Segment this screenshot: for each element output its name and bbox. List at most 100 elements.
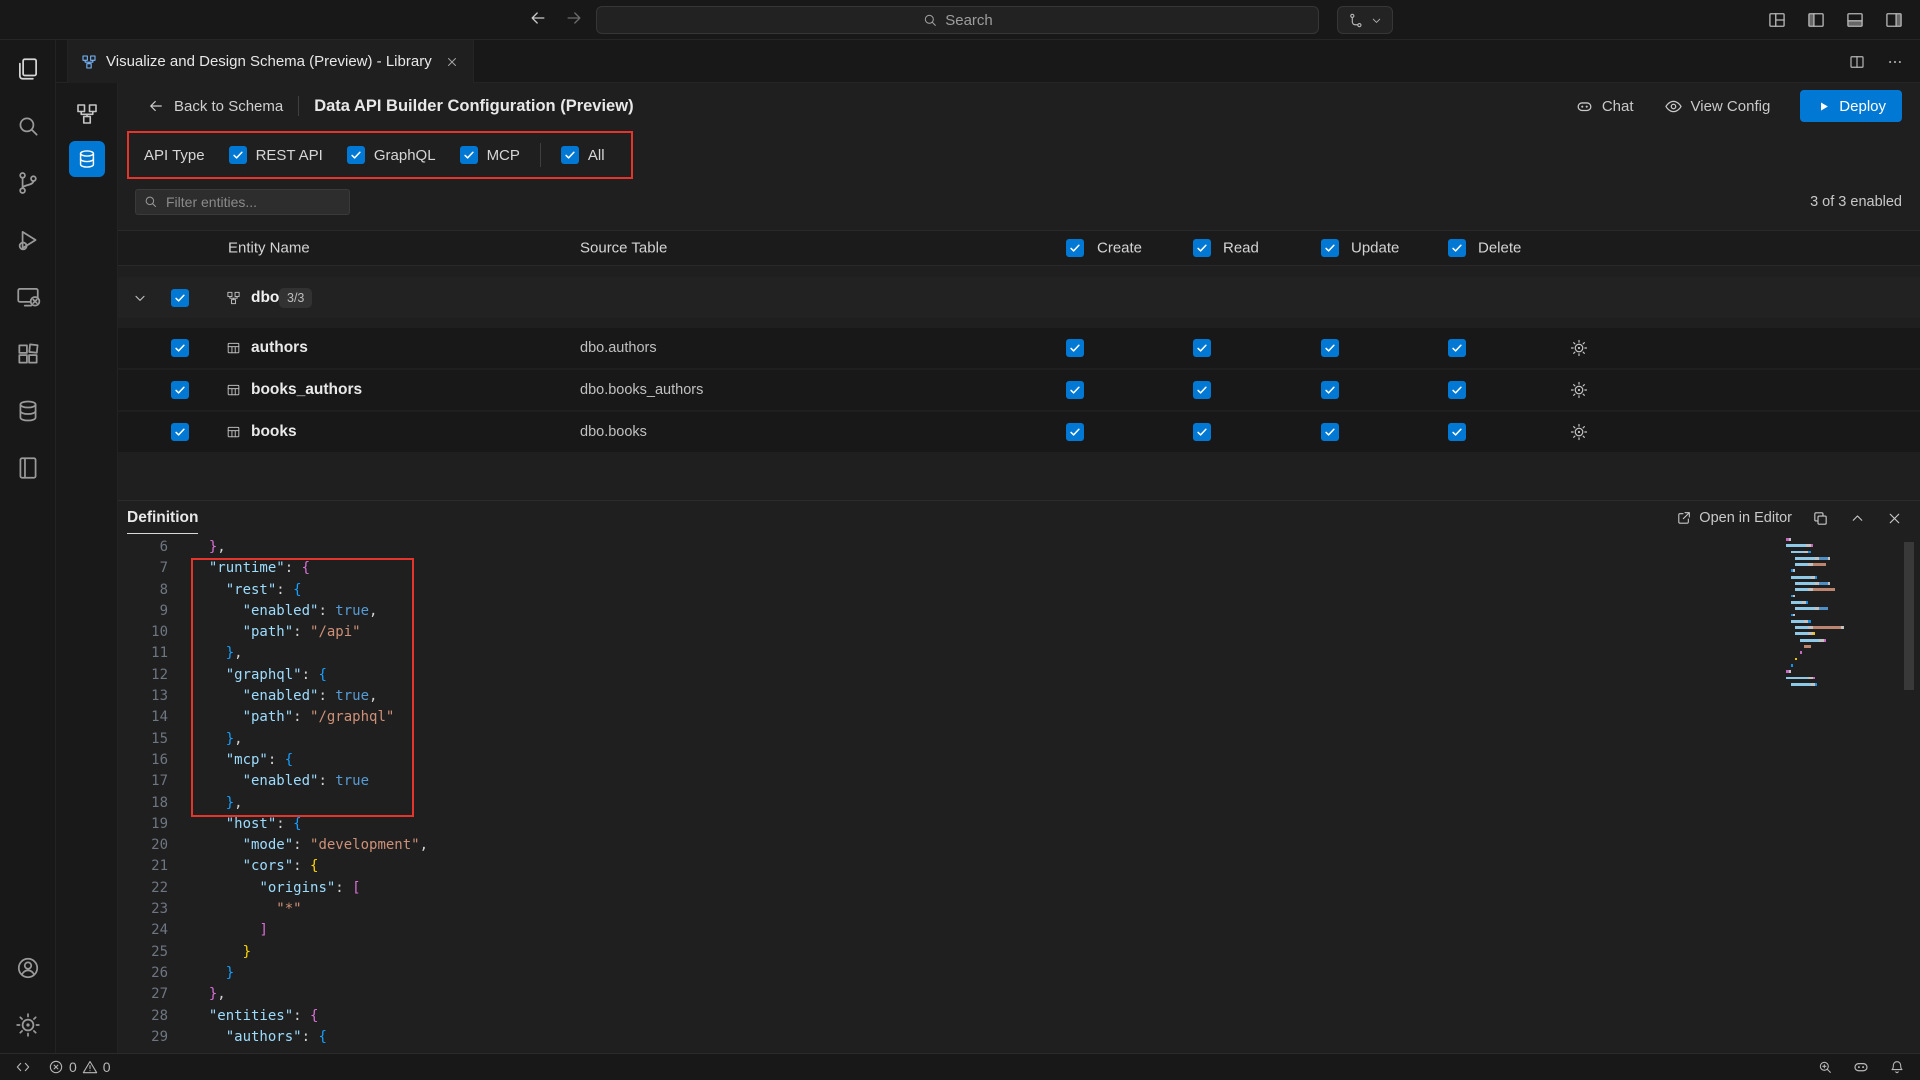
vertical-scrollbar[interactable] <box>1904 542 1914 690</box>
remote-status-icon <box>15 1059 31 1075</box>
copy-icon[interactable] <box>1812 510 1829 527</box>
create-checkbox[interactable] <box>1066 381 1084 399</box>
tab-close-icon[interactable] <box>445 55 459 69</box>
run-debug-icon[interactable] <box>0 211 56 268</box>
search-icon <box>922 12 938 28</box>
database-view-icon[interactable] <box>0 382 56 439</box>
titlebar-action-dropdown[interactable] <box>1337 6 1393 34</box>
toggle-panel-icon[interactable] <box>1845 10 1865 30</box>
chat-button[interactable]: Chat <box>1575 97 1634 116</box>
error-icon <box>48 1059 64 1075</box>
graphql-checkbox[interactable]: GraphQL <box>347 146 436 164</box>
delete-all-checkbox[interactable] <box>1448 239 1466 257</box>
col-update: Update <box>1351 240 1399 257</box>
view-config-button[interactable]: View Config <box>1664 97 1771 116</box>
update-all-checkbox[interactable] <box>1321 239 1339 257</box>
update-checkbox[interactable] <box>1321 423 1339 441</box>
source-control-icon[interactable] <box>0 154 56 211</box>
error-count: 0 <box>69 1059 77 1075</box>
side-icon-strip <box>56 83 118 1053</box>
search-sidebar-icon[interactable] <box>0 97 56 154</box>
search-icon <box>143 194 158 209</box>
dab-config-panel: Back to Schema Data API Builder Configur… <box>118 83 1920 1053</box>
back-to-schema-button[interactable]: Back to Schema <box>147 97 283 115</box>
remote-indicator[interactable] <box>15 1059 31 1075</box>
account-icon[interactable] <box>0 939 56 996</box>
create-checkbox[interactable] <box>1066 339 1084 357</box>
explorer-icon[interactable] <box>0 40 56 97</box>
deploy-button[interactable]: Deploy <box>1800 90 1902 122</box>
definition-tab[interactable]: Definition <box>127 501 198 535</box>
read-checkbox[interactable] <box>1193 381 1211 399</box>
split-editor-icon[interactable] <box>1848 53 1866 71</box>
external-link-icon <box>1676 510 1692 526</box>
schema-designer-icon[interactable] <box>69 96 105 132</box>
command-center-search[interactable]: Search <box>596 6 1319 34</box>
table-icon <box>226 425 241 440</box>
remote-explorer-icon[interactable] <box>0 268 56 325</box>
config-toolbar: Back to Schema Data API Builder Configur… <box>118 83 1920 129</box>
update-checkbox[interactable] <box>1321 339 1339 357</box>
delete-checkbox[interactable] <box>1448 423 1466 441</box>
table-row[interactable]: authors dbo.authors <box>118 328 1920 368</box>
table-row[interactable]: books_authors dbo.books_authors <box>118 370 1920 410</box>
settings-gear-icon[interactable] <box>0 996 56 1053</box>
deploy-label: Deploy <box>1839 98 1886 115</box>
customize-layout-icon[interactable] <box>1767 10 1787 30</box>
extensions-icon[interactable] <box>0 325 56 382</box>
read-checkbox[interactable] <box>1193 423 1211 441</box>
row-settings-icon[interactable] <box>1570 381 1588 399</box>
create-all-checkbox[interactable] <box>1066 239 1084 257</box>
table-icon <box>226 341 241 356</box>
update-checkbox[interactable] <box>1321 381 1339 399</box>
read-checkbox[interactable] <box>1193 339 1211 357</box>
dab-configuration-icon[interactable] <box>69 141 105 177</box>
row-settings-icon[interactable] <box>1570 339 1588 357</box>
minimap-content[interactable] <box>1782 538 1896 689</box>
problems-indicator[interactable]: 0 0 <box>48 1059 111 1075</box>
read-all-checkbox[interactable] <box>1193 239 1211 257</box>
entity-name: books <box>251 423 297 441</box>
group-checkbox[interactable] <box>171 289 189 307</box>
schema-group-row[interactable]: dbo 3/3 <box>118 277 1920 318</box>
editor-tab[interactable]: Visualize and Design Schema (Preview) - … <box>67 40 474 83</box>
nav-forward-icon[interactable] <box>564 8 584 33</box>
definition-code-editor[interactable]: 6789101112131415161718192021222324252627… <box>118 534 1920 1044</box>
checkbox[interactable] <box>460 146 478 164</box>
row-settings-icon[interactable] <box>1570 423 1588 441</box>
back-label: Back to Schema <box>174 98 283 115</box>
status-bar: 0 0 <box>0 1053 1920 1080</box>
zoom-icon[interactable] <box>1817 1059 1833 1075</box>
checkbox[interactable] <box>229 146 247 164</box>
close-icon[interactable] <box>1886 510 1903 527</box>
schema-tab-icon <box>81 54 97 70</box>
col-entity-name: Entity Name <box>228 240 310 257</box>
filter-entities-input[interactable] <box>135 189 350 215</box>
schema-icon <box>226 290 241 305</box>
nav-back-icon[interactable] <box>528 8 548 33</box>
notebook-view-icon[interactable] <box>0 439 56 496</box>
delete-checkbox[interactable] <box>1448 339 1466 357</box>
option-separator <box>540 143 541 167</box>
copilot-status-icon[interactable] <box>1852 1058 1870 1076</box>
delete-checkbox[interactable] <box>1448 381 1466 399</box>
table-row[interactable]: books dbo.books <box>118 412 1920 452</box>
chevron-down-icon[interactable] <box>132 290 148 306</box>
notifications-bell-icon[interactable] <box>1889 1059 1905 1075</box>
toggle-sidebar-right-icon[interactable] <box>1884 10 1904 30</box>
row-checkbox[interactable] <box>171 423 189 441</box>
mcp-checkbox[interactable]: MCP <box>460 146 520 164</box>
rest-api-checkbox[interactable]: REST API <box>229 146 323 164</box>
collapse-icon[interactable] <box>1849 510 1866 527</box>
toggle-sidebar-left-icon[interactable] <box>1806 10 1826 30</box>
enabled-status: 3 of 3 enabled <box>1810 194 1902 210</box>
all-checkbox[interactable]: All <box>561 146 605 164</box>
create-checkbox[interactable] <box>1066 423 1084 441</box>
more-actions-icon[interactable] <box>1886 53 1904 71</box>
row-checkbox[interactable] <box>171 381 189 399</box>
checkbox[interactable] <box>561 146 579 164</box>
checkbox[interactable] <box>347 146 365 164</box>
row-checkbox[interactable] <box>171 339 189 357</box>
open-in-editor-button[interactable]: Open in Editor <box>1676 510 1792 526</box>
editor-tab-bar: Visualize and Design Schema (Preview) - … <box>56 40 1920 83</box>
